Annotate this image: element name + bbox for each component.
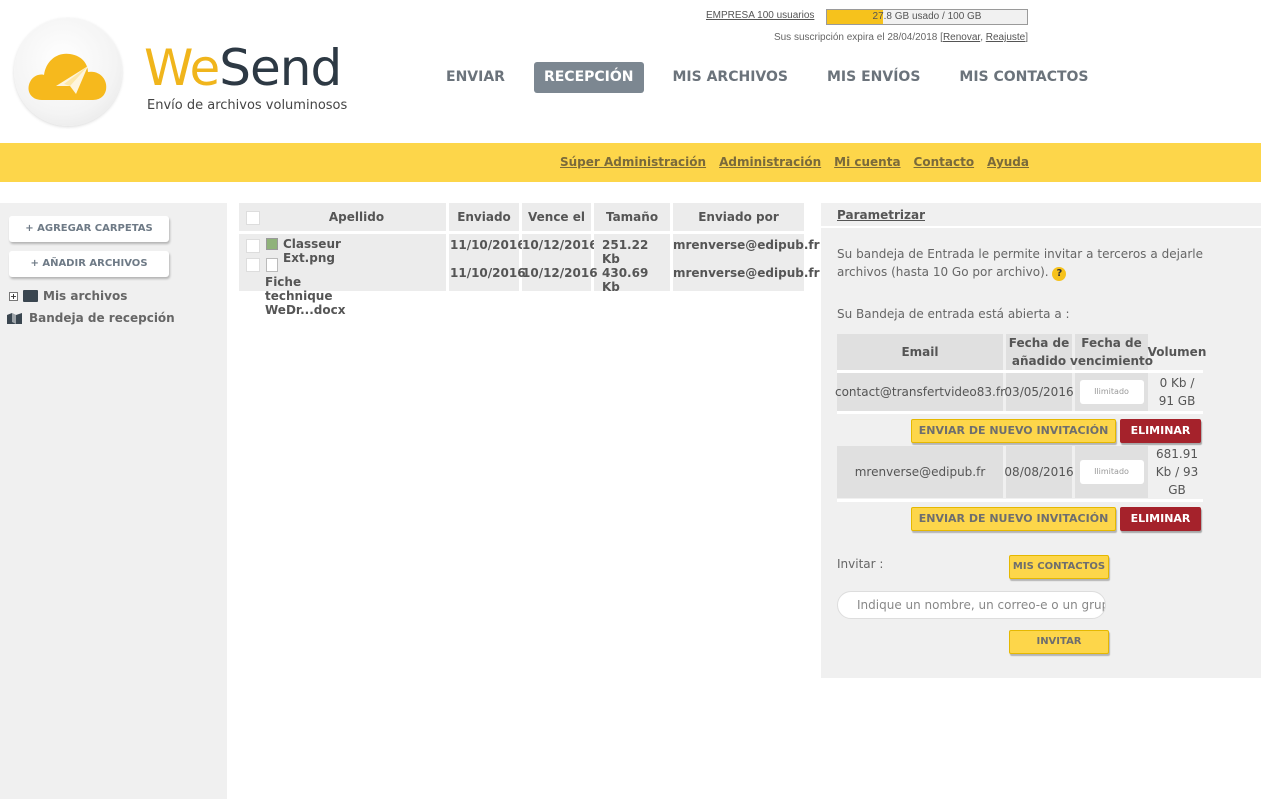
nav-mis-archivos[interactable]: MIS ARCHIVOS — [663, 62, 799, 93]
row-checkbox[interactable] — [246, 239, 260, 253]
col-vence-el[interactable]: Vence el — [522, 203, 591, 231]
col-apellido[interactable]: Apellido — [239, 203, 446, 231]
invite-email: contact@transfertvideo83.fr — [835, 373, 1005, 411]
invite-volume: 681.91 Kb / 93 GB — [1155, 447, 1199, 497]
cloud-plane-icon — [28, 53, 107, 100]
invite-volume: 0 Kb / 91 GB — [1158, 376, 1196, 408]
col-volume: Volumen — [1147, 345, 1207, 359]
folder-icon — [23, 290, 38, 302]
link-admin[interactable]: Administración — [719, 155, 821, 169]
col-added: Fecha de añadido — [1006, 334, 1072, 370]
invite-input[interactable]: Indique un nombre, un correo-e o un grup… — [837, 591, 1106, 619]
col-expiry: Fecha de vencimiento — [1070, 334, 1154, 370]
invite-label: Invitar : — [837, 557, 884, 571]
add-folders-button[interactable]: + AGREGAR CARPETAS — [9, 216, 169, 242]
logo[interactable] — [14, 18, 122, 126]
sent-date: 11/10/2016 — [450, 266, 526, 280]
renew-link[interactable]: Renovar — [943, 32, 980, 43]
col-tamano[interactable]: Tamaño — [594, 203, 670, 231]
brand-tagline: Envío de archivos voluminosos — [147, 98, 348, 113]
image-file-icon — [266, 238, 278, 250]
readjust-link[interactable]: Reajuste — [986, 32, 1025, 43]
expand-icon[interactable]: + — [9, 291, 18, 301]
inbox-settings-panel: Parametrizar Su bandeja de Entrada le pe… — [821, 203, 1261, 678]
sender-email: mrenverse@edipub.fr — [673, 238, 820, 252]
secondary-bar: Súper Administración Administración Mi c… — [0, 143, 1261, 182]
select-all-checkbox[interactable] — [246, 211, 260, 225]
tree-item-mis-archivos[interactable]: + Mis archivos — [9, 289, 127, 303]
expiry-date: 10/12/2016 — [522, 266, 598, 280]
quota-bar: 27.8 GB usado / 100 GB — [826, 9, 1028, 25]
tree-item-bandeja[interactable]: Bandeja de recepción — [7, 311, 175, 325]
col-enviado-por[interactable]: Enviado por — [673, 203, 804, 231]
link-help[interactable]: Ayuda — [987, 155, 1029, 169]
invite-added: 08/08/2016 — [1004, 446, 1074, 498]
inbox-icon — [7, 312, 22, 324]
help-icon[interactable]: ? — [1052, 267, 1067, 281]
nav-mis-contactos[interactable]: MIS CONTACTOS — [949, 62, 1098, 93]
expiry-field[interactable]: Ilimitado — [1079, 380, 1144, 404]
invite-added: 03/05/2016 — [1004, 373, 1074, 411]
inbox-open-to-label: Su Bandeja de entrada está abierta a : — [837, 307, 1070, 321]
main-nav: ENVIAR RECEPCIÓN MIS ARCHIVOS MIS ENVÍOS… — [436, 62, 1118, 93]
document-file-icon — [266, 258, 278, 272]
inbox-description: Su bandeja de Entrada le permite invitar… — [837, 247, 1203, 281]
row-checkbox[interactable] — [246, 258, 260, 272]
nav-enviar[interactable]: ENVIAR — [436, 62, 515, 93]
quota-text: 27.8 GB usado / 100 GB — [872, 11, 982, 22]
file-size: 430.69 Kb — [602, 266, 649, 294]
file-size: 251.22 Kb — [602, 238, 649, 266]
resend-invitation-button[interactable]: ENVIAR DE NUEVO INVITACIÓN — [911, 507, 1116, 531]
sender-email: mrenverse@edipub.fr — [673, 266, 820, 280]
col-email: Email — [837, 334, 1003, 370]
expiry-field[interactable]: Ilimitado — [1079, 460, 1144, 484]
link-my-account[interactable]: Mi cuenta — [834, 155, 900, 169]
tab-parametrizar[interactable]: Parametrizar — [821, 203, 1261, 228]
delete-button[interactable]: ELIMINAR — [1120, 419, 1201, 443]
delete-button[interactable]: ELIMINAR — [1120, 507, 1201, 531]
invite-email: mrenverse@edipub.fr — [837, 446, 1003, 498]
nav-mis-envios[interactable]: MIS ENVÍOS — [817, 62, 930, 93]
file-name[interactable]: Fiche technique WeDr...docx — [265, 275, 345, 317]
sent-date: 11/10/2016 — [450, 238, 526, 252]
link-contact[interactable]: Contacto — [914, 155, 975, 169]
subscription-info: Sus suscripción expira el 28/04/2018 [Re… — [773, 32, 1028, 43]
add-files-button[interactable]: + AÑADIR ARCHIVOS — [9, 251, 169, 277]
invite-button[interactable]: INVITAR — [1009, 630, 1109, 654]
col-enviado-el[interactable]: Enviado el — [449, 203, 519, 252]
expiry-date: 10/12/2016 — [522, 238, 598, 252]
sidebar: + AGREGAR CARPETAS + AÑADIR ARCHIVOS + M… — [0, 203, 227, 799]
file-name[interactable]: Classeur Ext.png — [283, 237, 341, 265]
resend-invitation-button[interactable]: ENVIAR DE NUEVO INVITACIÓN — [911, 419, 1116, 443]
brand-name: WeSend — [144, 39, 342, 97]
quota-plan-link[interactable]: EMPRESA 100 usuarios — [706, 10, 814, 21]
my-contacts-button[interactable]: MIS CONTACTOS — [1009, 555, 1109, 579]
nav-recepcion[interactable]: RECEPCIÓN — [533, 62, 644, 93]
link-super-admin[interactable]: Súper Administración — [560, 155, 706, 169]
